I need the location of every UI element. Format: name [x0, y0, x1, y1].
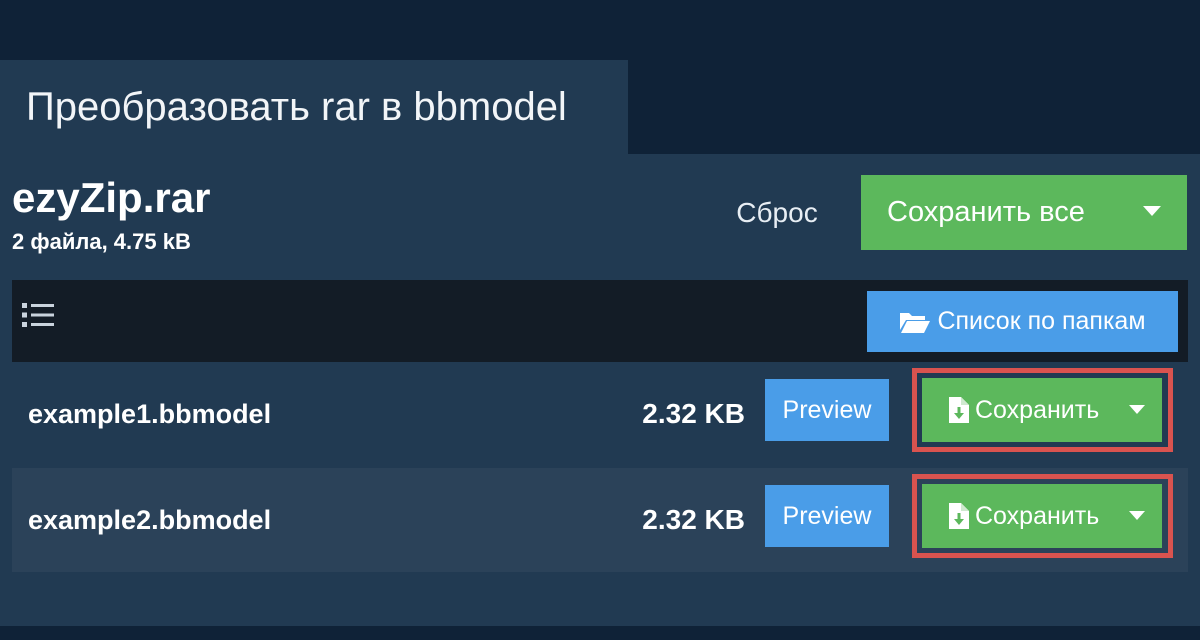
- folder-view-label: Список по папкам: [937, 307, 1146, 335]
- file-download-icon: [949, 397, 969, 423]
- preview-button[interactable]: Preview: [765, 485, 889, 547]
- folder-open-icon: [900, 312, 931, 333]
- chevron-down-icon[interactable]: [1129, 405, 1145, 414]
- preview-button[interactable]: Preview: [765, 379, 889, 441]
- save-all-button[interactable]: Сохранить все: [861, 175, 1187, 250]
- save-button[interactable]: Сохранить: [922, 378, 1162, 442]
- folder-view-button[interactable]: Список по папкам: [867, 291, 1178, 352]
- file-name: example2.bbmodel: [28, 504, 272, 535]
- archive-summary: 2 файла, 4.75 kB: [12, 229, 191, 254]
- file-size: 2.32 KB: [642, 504, 745, 535]
- preview-label: Preview: [782, 501, 872, 530]
- save-label: Сохранить: [975, 395, 1100, 424]
- file-download-icon: [949, 503, 969, 529]
- file-row: example1.bbmodel 2.32 KB Preview Сохрани…: [12, 362, 1188, 466]
- file-name: example1.bbmodel: [28, 398, 272, 429]
- files-toolbar: Список по папкам: [12, 280, 1188, 362]
- tab-title: Преобразовать rar в bbmodel: [26, 84, 567, 129]
- save-all-label: Сохранить все: [887, 196, 1085, 228]
- chevron-down-icon[interactable]: [1143, 206, 1161, 216]
- file-size: 2.32 KB: [642, 398, 745, 429]
- save-button[interactable]: Сохранить: [922, 484, 1162, 548]
- file-row: example2.bbmodel 2.32 KB Preview Сохрани…: [12, 468, 1188, 572]
- preview-label: Preview: [782, 395, 872, 424]
- list-icon[interactable]: [22, 302, 54, 328]
- archive-panel: ezyZip.rar 2 файла, 4.75 kB Сброс Сохран…: [0, 154, 1200, 626]
- save-label: Сохранить: [975, 501, 1100, 530]
- reset-button-label: Сброс: [736, 197, 818, 228]
- converter-tab: Преобразовать rar в bbmodel: [0, 60, 628, 154]
- archive-name: ezyZip.rar: [12, 174, 211, 221]
- chevron-down-icon[interactable]: [1129, 511, 1145, 520]
- reset-button[interactable]: Сброс: [712, 176, 842, 250]
